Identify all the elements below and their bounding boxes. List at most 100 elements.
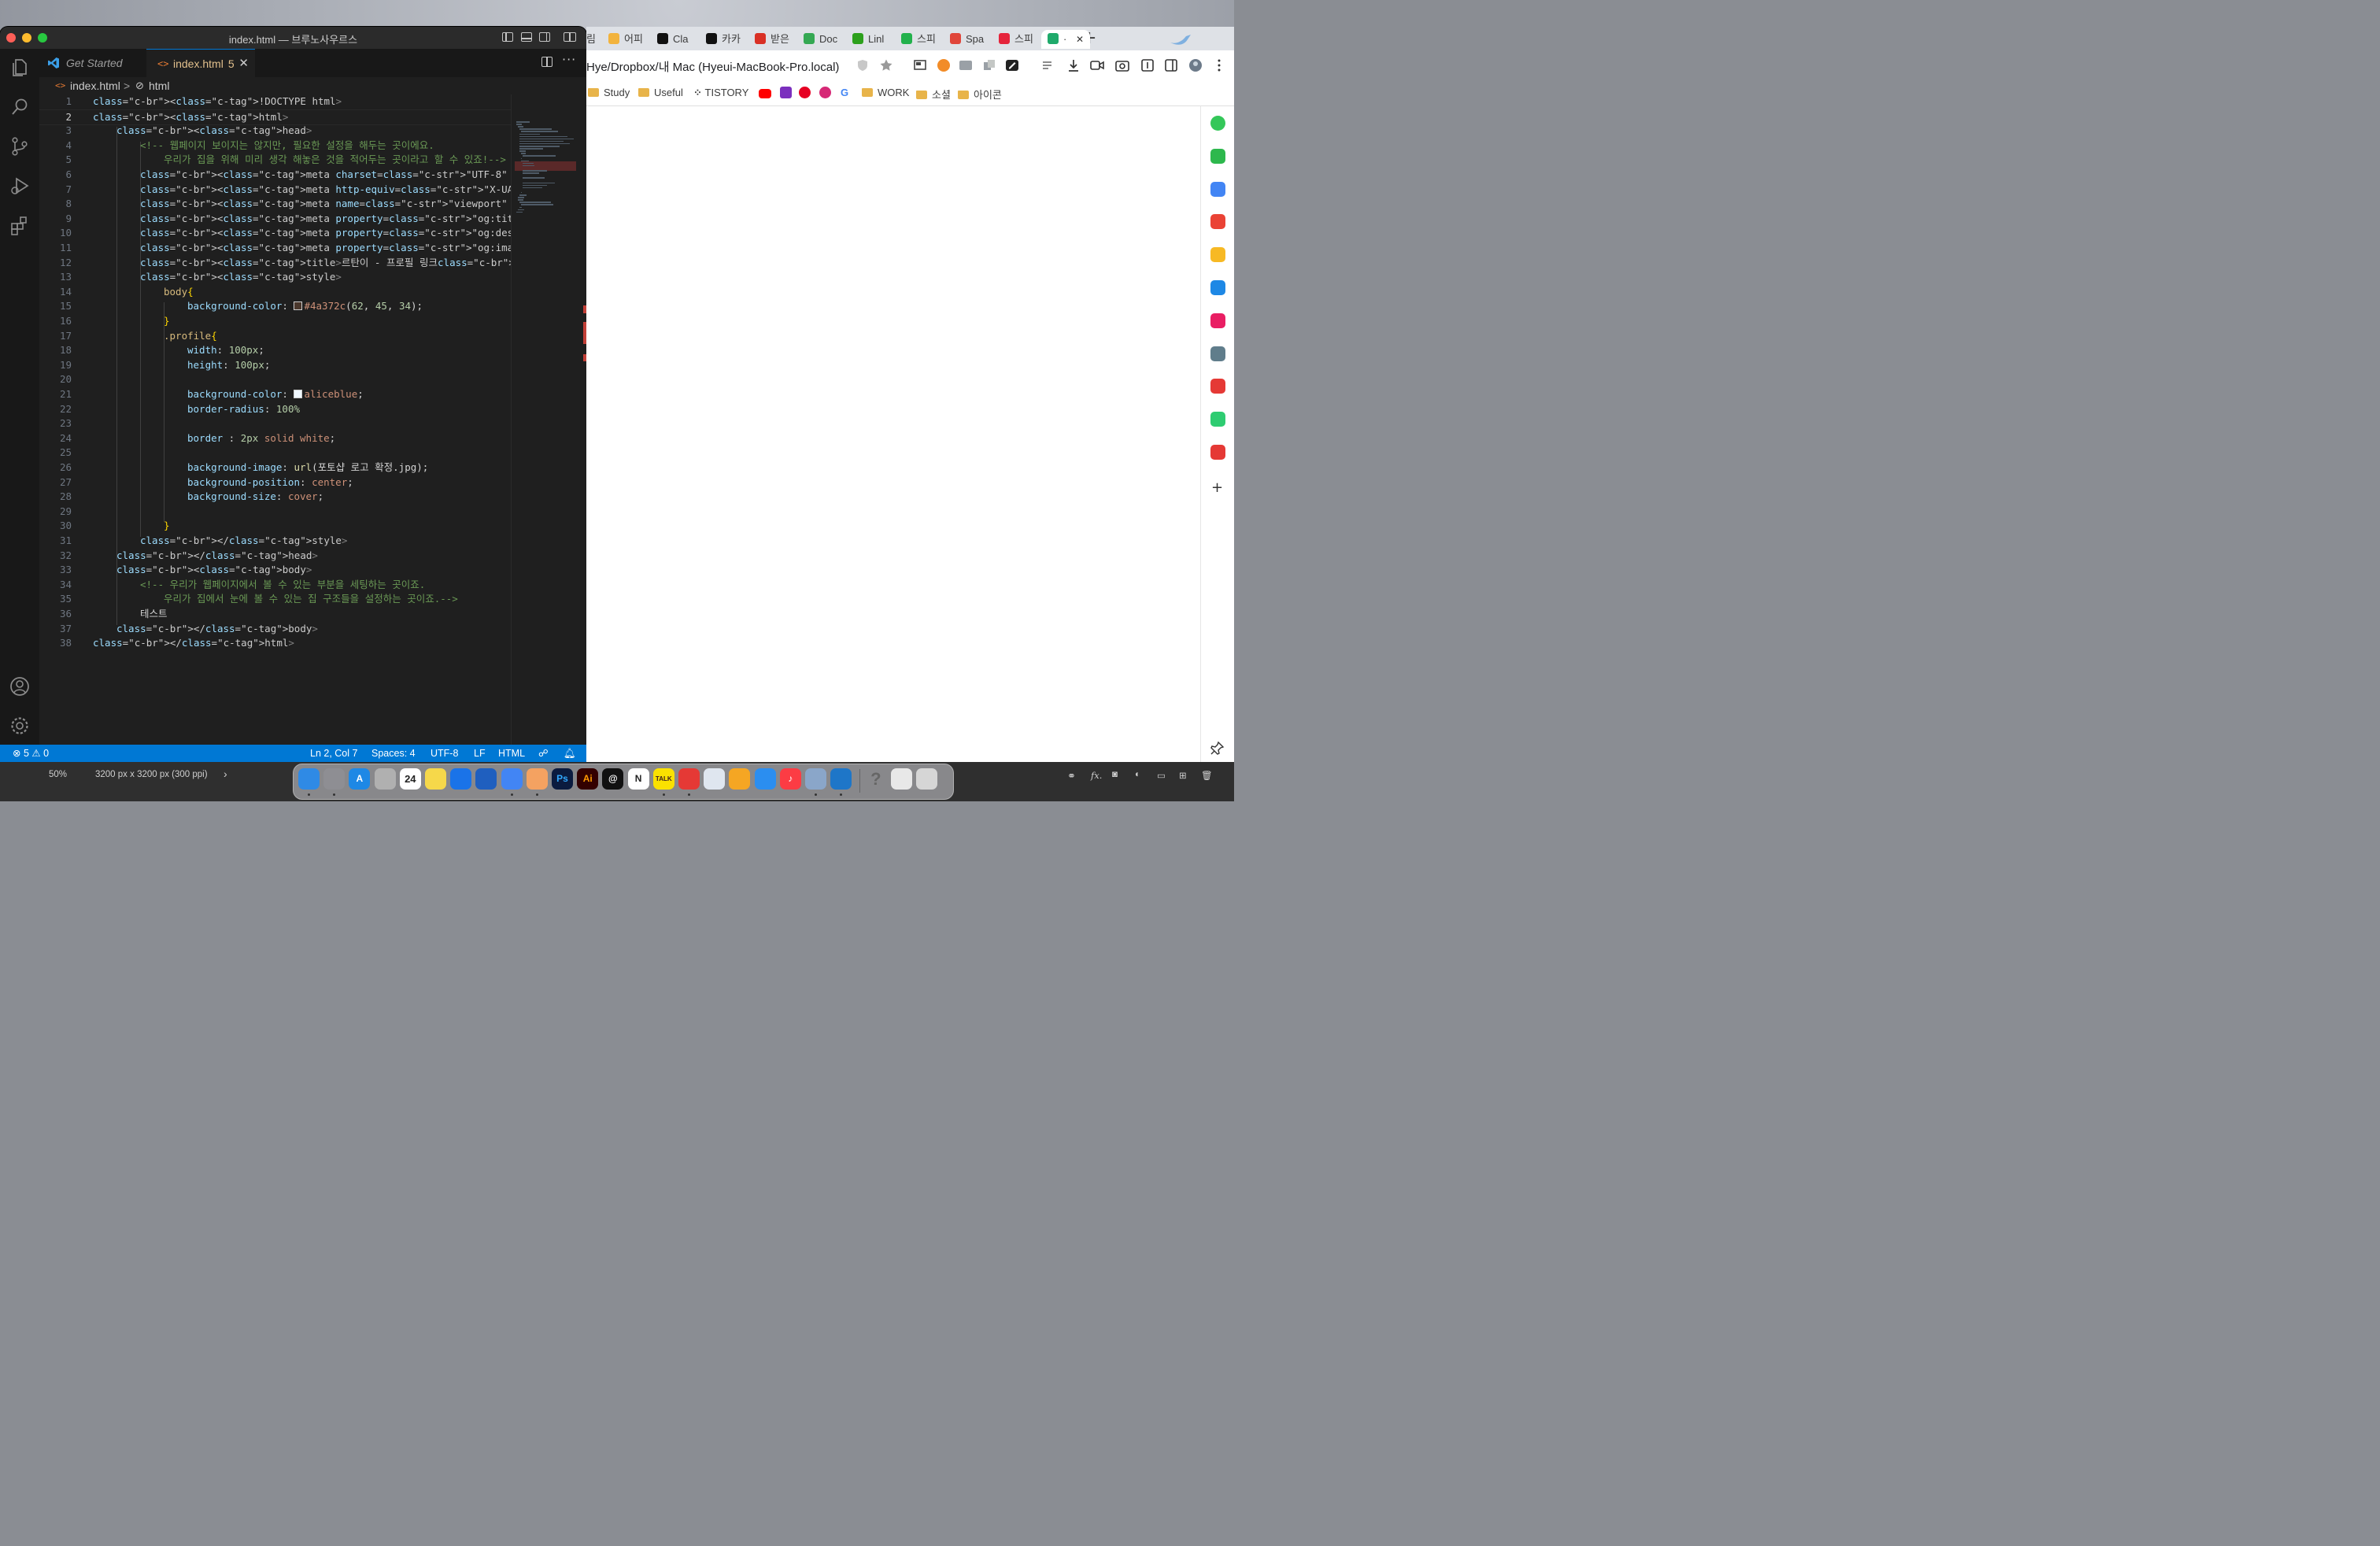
code-line[interactable]: 24 border : 2px solid white; (39, 431, 511, 446)
code-line[interactable]: 15 background-color: #4a372c(62, 45, 34); (39, 299, 511, 314)
dock-pencil-icon[interactable] (729, 768, 751, 790)
pin-icon[interactable] (1210, 741, 1225, 755)
dock-chrome-icon[interactable] (501, 768, 523, 790)
code-line[interactable]: 35 우리가 집에서 눈에 볼 수 있는 집 구조들을 설정하는 곳이죠.--> (39, 592, 511, 607)
bookmark-tistory[interactable]: ⁘ TISTORY (693, 87, 748, 99)
bookmark-소셜[interactable]: 소셜 (916, 87, 951, 102)
code-line[interactable]: 28 background-size: cover; (39, 490, 511, 505)
profile-avatar-icon[interactable] (1188, 58, 1203, 72)
camera-icon[interactable] (1115, 58, 1129, 72)
code-line[interactable]: 22 border-radius: 100% (39, 402, 511, 417)
indentation[interactable]: Spaces: 4 (371, 745, 416, 762)
code-line[interactable]: 11 class="c-br"><class="c-tag">meta prope… (39, 241, 511, 256)
code-line[interactable]: 37 class="c-br"></class="c-tag">body> (39, 622, 511, 637)
browser-tab[interactable]: Doc (797, 30, 844, 49)
encoding[interactable]: UTF-8 (431, 745, 458, 762)
dock-illustrator-icon[interactable]: Ai (577, 768, 599, 790)
minimap[interactable] (511, 94, 586, 745)
code-line[interactable]: 2 class="c-br"><class="c-tag">html> (39, 109, 511, 126)
new-layer-icon[interactable]: ⊞ (1179, 770, 1187, 781)
code-line[interactable]: 19 height: 100px; (39, 358, 511, 373)
language-mode[interactable]: HTML (498, 745, 525, 762)
browser-tab[interactable]: 스피 (992, 30, 1040, 49)
dock-trash-icon[interactable] (915, 768, 937, 790)
sidebar-app-icon[interactable] (1210, 346, 1225, 361)
dock-app-store-icon[interactable]: A (349, 768, 371, 790)
code-line[interactable]: 7 class="c-br"><class="c-tag">meta http-e… (39, 183, 511, 198)
dock-notes-icon[interactable] (425, 768, 446, 790)
dock-keynote-icon[interactable] (754, 768, 776, 790)
explorer-icon[interactable] (9, 57, 31, 79)
tab-get-started[interactable]: Get Started (39, 49, 146, 77)
extension-orange-icon[interactable] (937, 58, 951, 72)
dock-tweetbot-icon[interactable] (475, 768, 497, 790)
code-line[interactable]: 12 class="c-br"><class="c-tag">title>르탄이 … (39, 256, 511, 271)
close-tab-icon[interactable]: ✕ (1076, 30, 1084, 49)
run-debug-icon[interactable] (9, 175, 31, 197)
code-line[interactable]: 18 width: 100px; (39, 343, 511, 358)
notifications-bell-icon[interactable]: 🔔︎ (564, 745, 576, 762)
browser-tab[interactable]: · ✕ (1041, 30, 1090, 49)
code-line[interactable]: 38 class="c-br"></class="c-tag">html> (39, 636, 511, 651)
toggle-secondary-sidebar-icon[interactable] (539, 32, 550, 42)
line-ending[interactable]: LF (474, 745, 486, 762)
extension-edit-icon[interactable] (1005, 58, 1019, 72)
sidebar-app-icon[interactable] (1210, 247, 1225, 263)
dock-settings-icon[interactable] (323, 768, 346, 790)
dock-launchpad-icon[interactable] (374, 768, 396, 790)
trash-icon[interactable]: 🗑︎ (1201, 770, 1213, 781)
more-actions-icon[interactable]: ··· (562, 52, 576, 67)
split-view-icon[interactable] (1164, 58, 1178, 72)
sidebar-app-icon[interactable] (1210, 181, 1225, 197)
code-line[interactable]: 10 class="c-br"><class="c-tag">meta prope… (39, 226, 511, 241)
code-line[interactable]: 17 .profile{ (39, 329, 511, 344)
toggle-primary-sidebar-icon[interactable] (502, 32, 513, 42)
folder-icon[interactable]: ▭ (1157, 770, 1166, 781)
dock-kakaotalk-icon[interactable]: TALK (652, 768, 674, 790)
bookmark-youtube[interactable] (759, 87, 771, 98)
bookmark-instagram[interactable] (819, 87, 831, 98)
browser-tab[interactable]: 어피 (602, 30, 649, 49)
sidebar-app-icon[interactable] (1210, 313, 1225, 328)
code-line[interactable]: 34 <!-- 우리가 웹페이지에서 볼 수 있는 부분을 세팅하는 곳이죠. (39, 578, 511, 593)
sidebar-app-icon[interactable] (1210, 412, 1225, 427)
bookmark-star-icon[interactable] (879, 58, 893, 72)
dock-photos-icon[interactable] (526, 768, 548, 790)
dock-photoshop-icon[interactable]: Ps (552, 768, 573, 790)
sidebar-add-button[interactable]: + (1211, 479, 1223, 496)
dock-help-icon[interactable]: ? (865, 768, 886, 790)
code-line[interactable]: 13 class="c-br"><class="c-tag">style> (39, 270, 511, 285)
chevron-right-icon[interactable]: › (224, 767, 227, 780)
settings-gear-icon[interactable] (9, 715, 31, 737)
browser-tab[interactable]: 받은 (748, 30, 796, 49)
source-control-icon[interactable] (9, 135, 31, 157)
page-content[interactable] (586, 106, 1200, 762)
extension-ex-icon[interactable] (959, 58, 973, 72)
dock-scrap-icon[interactable] (678, 768, 700, 790)
cursor-position[interactable]: Ln 2, Col 7 (310, 745, 357, 762)
bookmark-study[interactable]: Study (588, 87, 630, 98)
sidebar-app-icon[interactable] (1210, 214, 1225, 230)
browser-tab[interactable]: Linl (846, 30, 893, 49)
code-line[interactable]: 14 body{ (39, 285, 511, 300)
breadcrumb-file[interactable]: index.html (70, 77, 120, 94)
bookmark-g[interactable]: G (841, 87, 848, 98)
code-line[interactable]: 27 background-position: center; (39, 475, 511, 490)
code-line[interactable]: 33 class="c-br"><class="c-tag">body> (39, 563, 511, 578)
sidebar-app-icon[interactable] (1210, 379, 1225, 394)
feedback-icon[interactable]: ☍ (538, 745, 549, 762)
customize-layout-icon[interactable] (564, 32, 576, 42)
bookmark-work[interactable]: WORK (862, 87, 909, 98)
video-record-icon[interactable] (1090, 58, 1104, 72)
zoom-level[interactable]: 50% (49, 770, 67, 779)
sidebar-toggle-icon[interactable] (1140, 58, 1155, 72)
code-line[interactable]: 32 class="c-br"></class="c-tag">head> (39, 549, 511, 564)
code-line[interactable]: 29 (39, 505, 511, 520)
code-line[interactable]: 20 (39, 372, 511, 387)
link-icon[interactable]: ⚭ (1067, 770, 1076, 782)
browser-tab[interactable]: Cla (651, 30, 698, 49)
code-line[interactable]: 5 우리가 집을 위해 미리 생각 해놓은 것을 적어두는 곳이라고 할 수 있죠… (39, 153, 511, 168)
code-line[interactable]: 4 <!-- 웹페이지 보이지는 않지만, 필요한 설정을 해두는 곳이에요. (39, 139, 511, 153)
browser-tab[interactable]: 스피 (895, 30, 942, 49)
shield-icon[interactable] (856, 58, 870, 72)
